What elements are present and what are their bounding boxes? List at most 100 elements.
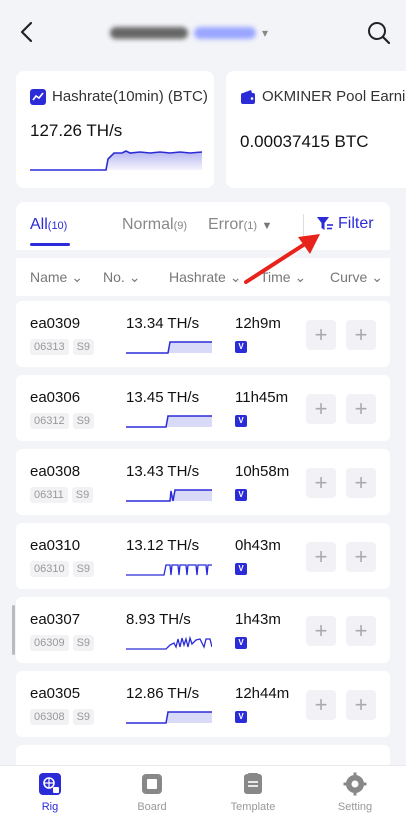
board-icon	[142, 774, 162, 794]
tab-rig[interactable]: Rig	[15, 772, 85, 813]
chevron-down-icon: ⌄	[294, 269, 307, 285]
rig-uptime: 12h9m	[235, 315, 281, 332]
add-button[interactable]: +	[306, 320, 336, 350]
rig-hashrate: 13.12 TH/s	[126, 537, 200, 554]
add-button[interactable]: +	[306, 690, 336, 720]
tab-divider	[303, 214, 304, 236]
rig-model-tag: S9	[72, 413, 95, 429]
hashrate-label: Hashrate(10min) (BTC)	[52, 88, 208, 105]
filter-label: Filter	[338, 215, 374, 232]
rig-row[interactable]: ea0308 06311 S9 13.43 TH/s 10h58m V + +	[16, 449, 390, 515]
filter-button[interactable]: Filter	[316, 215, 374, 233]
status-badge: V	[235, 415, 247, 427]
earning-label: OKMINER Pool Earning	[262, 88, 406, 105]
filter-icon	[317, 217, 333, 230]
wallet-icon	[241, 89, 255, 104]
top-bar: ▾	[0, 0, 406, 62]
rig-icon	[39, 773, 61, 795]
rig-model-tag: S9	[72, 709, 95, 725]
add-button[interactable]: +	[306, 616, 336, 646]
add-button[interactable]: +	[346, 320, 376, 350]
rig-row[interactable]: ea0309 06313 S9 13.34 TH/s 12h9m V + +	[16, 301, 390, 367]
rig-uptime: 12h44m	[235, 685, 290, 702]
rig-number-tag: 06312	[30, 413, 69, 429]
tab-board[interactable]: Board	[117, 772, 187, 813]
add-button[interactable]: +	[346, 542, 376, 572]
chevron-down-icon: ⌄	[71, 269, 83, 285]
rig-number-tag: 06309	[30, 635, 69, 651]
rig-hashrate: 13.34 TH/s	[126, 315, 200, 332]
tab-error[interactable]: Error(1) ▼	[208, 216, 272, 234]
chevron-down-icon: ▾	[262, 26, 269, 40]
hashrate-value: 127.26 TH/s	[30, 121, 123, 140]
rig-model-tag: S9	[72, 561, 95, 577]
rig-name: ea0307	[30, 611, 81, 628]
column-header-row: Name ⌄ No. ⌄ Hashrate ⌄ Time ⌄ Curve ⌄	[16, 258, 390, 296]
account-title[interactable]: ▾	[110, 22, 290, 44]
rig-hashrate: 13.45 TH/s	[126, 389, 200, 406]
rig-name: ea0305	[30, 685, 81, 702]
status-badge: V	[235, 489, 247, 501]
rig-model-tag: S9	[72, 339, 95, 355]
add-button[interactable]: +	[306, 468, 336, 498]
blurred-account-id	[194, 27, 256, 39]
chevron-down-icon: ⌄	[371, 269, 383, 285]
gear-icon	[343, 772, 367, 796]
status-tabs: All(10) Normal(9) Error(1) ▼ Filter	[16, 202, 390, 250]
rig-uptime: 0h43m	[235, 537, 281, 554]
rig-model-tag: S9	[72, 635, 95, 651]
add-button[interactable]: +	[306, 394, 336, 424]
hashrate-card[interactable]: Hashrate(10min) (BTC) 127.26 TH/s	[16, 71, 214, 188]
rig-number-tag: 06313	[30, 339, 69, 355]
hashrate-chart-icon	[30, 88, 46, 105]
pool-earning-card[interactable]: OKMINER Pool Earning 0.00037415 BTC	[226, 71, 406, 188]
sort-by-curve[interactable]: Curve ⌄	[330, 269, 383, 286]
active-tab-indicator	[30, 243, 70, 246]
sort-by-hashrate[interactable]: Hashrate ⌄	[169, 269, 241, 286]
rig-row[interactable]: ea0307 06309 S9 8.93 TH/s 1h43m V + +	[12, 597, 390, 663]
chevron-down-icon: ⌄	[229, 269, 242, 285]
rig-row[interactable]: ea0310 06310 S9 13.12 TH/s 0h43m V + +	[16, 523, 390, 589]
rig-hashrate-sparkline	[126, 564, 212, 576]
add-button[interactable]: +	[306, 542, 336, 572]
tab-all[interactable]: All(10)	[30, 216, 67, 234]
sort-by-name[interactable]: Name ⌄	[30, 269, 83, 286]
rig-number-tag: 06308	[30, 709, 69, 725]
add-button[interactable]: +	[346, 690, 376, 720]
add-button[interactable]: +	[346, 616, 376, 646]
rig-hashrate: 13.43 TH/s	[126, 463, 200, 480]
row-scroll-indicator	[12, 605, 15, 655]
template-icon	[244, 773, 262, 794]
add-button[interactable]: +	[346, 394, 376, 424]
status-badge: V	[235, 563, 247, 575]
rig-number-tag: 06311	[30, 487, 68, 503]
rig-name: ea0309	[30, 315, 81, 332]
rig-name: ea0306	[30, 389, 81, 406]
rig-row[interactable]: ea0306 06312 S9 13.45 TH/s 11h45m V + +	[16, 375, 390, 441]
status-badge: V	[235, 711, 247, 723]
search-icon[interactable]	[366, 20, 392, 46]
rig-name: ea0310	[30, 537, 81, 554]
tab-template[interactable]: Template	[218, 772, 288, 813]
rig-hashrate: 12.86 TH/s	[126, 685, 200, 702]
rig-row[interactable]: ea0305 06308 S9 12.86 TH/s 12h44m V + +	[16, 671, 390, 737]
add-button[interactable]: +	[346, 468, 376, 498]
tab-setting[interactable]: Setting	[320, 772, 390, 813]
hashrate-sparkline	[30, 150, 202, 171]
rig-uptime: 11h45m	[235, 389, 289, 406]
back-arrow-icon[interactable]	[14, 18, 42, 46]
rig-hashrate-sparkline	[126, 489, 212, 502]
chevron-down-icon: ▼	[261, 220, 273, 232]
rig-hashrate-sparkline	[126, 711, 212, 724]
tab-normal[interactable]: Normal(9)	[122, 216, 187, 234]
status-badge: V	[235, 341, 247, 353]
sort-by-no[interactable]: No. ⌄	[103, 269, 140, 286]
bottom-tab-bar: Rig Board Template Setting	[0, 765, 406, 825]
rig-hashrate: 8.93 TH/s	[126, 611, 191, 628]
rig-uptime: 10h58m	[235, 463, 290, 480]
sort-by-time[interactable]: Time ⌄	[260, 269, 306, 286]
rig-model-tag: S9	[71, 487, 94, 503]
rig-hashrate-sparkline	[126, 341, 212, 354]
chevron-down-icon: ⌄	[128, 269, 141, 285]
rig-hashrate-sparkline	[126, 415, 212, 428]
